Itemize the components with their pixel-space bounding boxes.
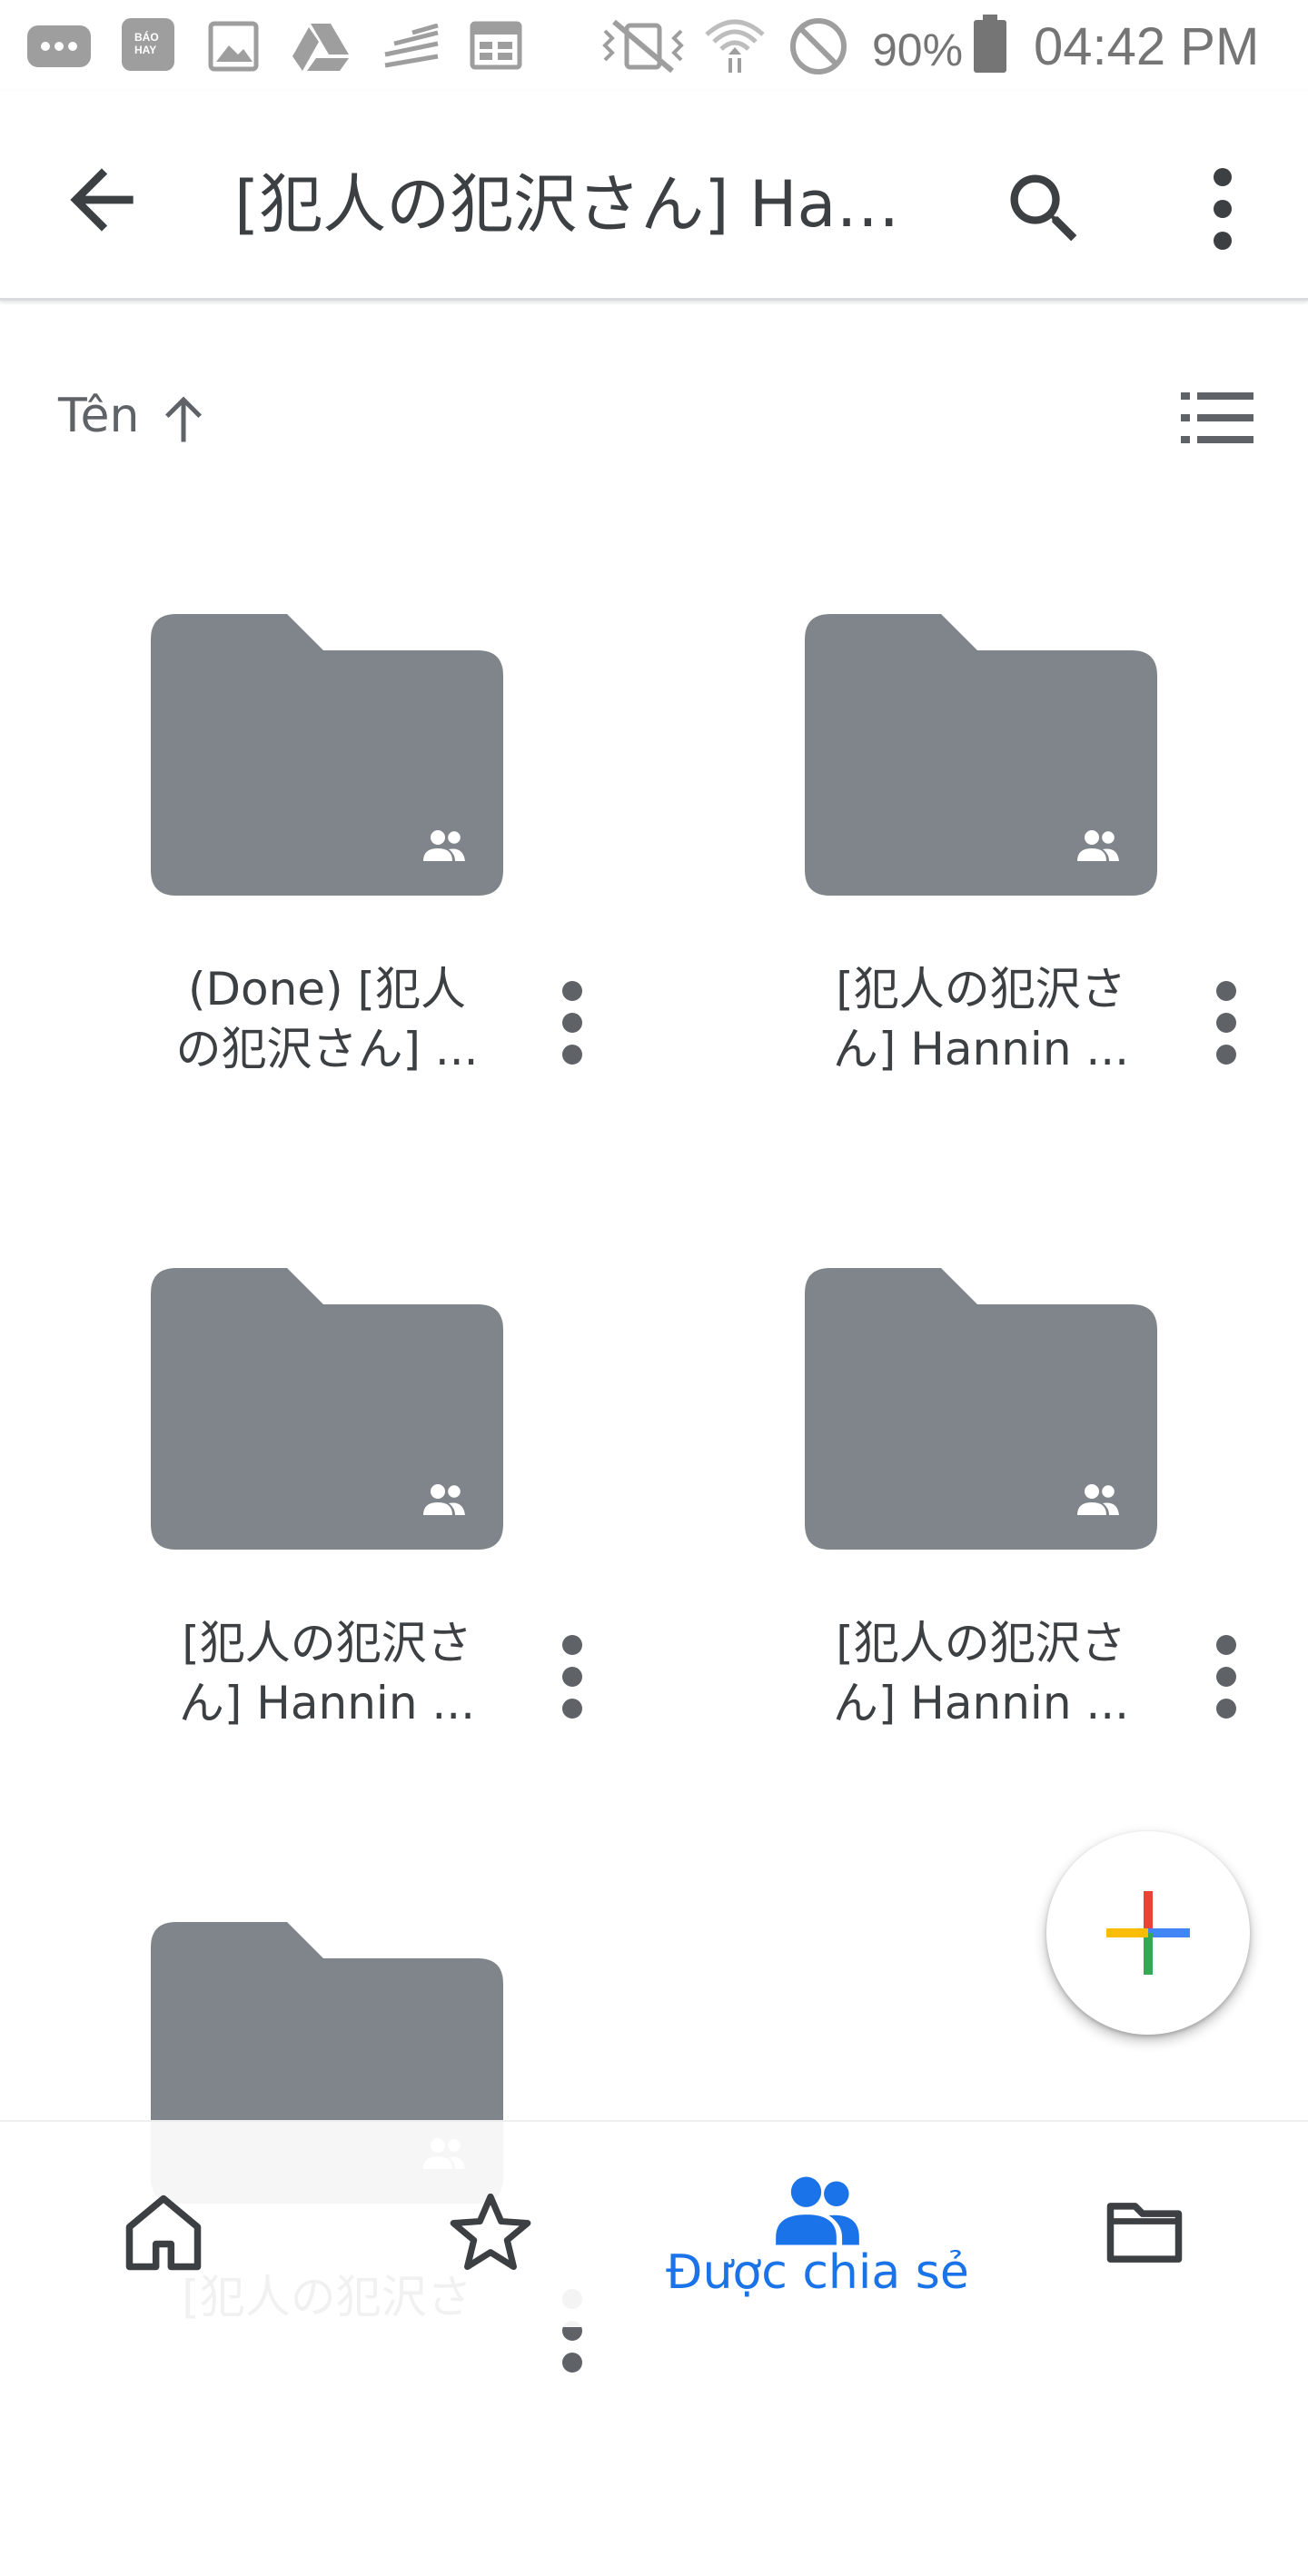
more-options-button[interactable] [1186, 163, 1259, 254]
folder-name-line-2: ん] Hannin ... [832, 1677, 1130, 1729]
more-vert-icon [1216, 981, 1236, 1065]
back-button[interactable] [54, 153, 149, 247]
bao-hay-icon: BÁO HAY [122, 18, 174, 71]
do-not-disturb-icon [790, 18, 847, 74]
nav-starred[interactable] [327, 2122, 654, 2327]
status-time: 04:42 PM [1034, 17, 1260, 76]
sort-by-name-button[interactable]: Tên [58, 389, 139, 443]
plus-icon [1106, 1891, 1190, 1975]
drive-icon [292, 24, 349, 71]
nav-shared[interactable]: Được chia sẻ [654, 2122, 981, 2327]
folder-name-line-1: (Done) [犯人 [188, 963, 466, 1016]
folder-icon [1106, 2203, 1183, 2263]
calendar-icon [470, 21, 522, 70]
battery-icon [974, 15, 1006, 73]
nav-home[interactable] [0, 2122, 327, 2327]
folder-item[interactable]: [犯人の犯沢さ ん] Hannin ... [654, 1268, 1308, 1922]
search-icon [1010, 174, 1077, 242]
arrow-up-icon[interactable] [156, 387, 211, 447]
status-bar: BÁO HAY 90% 04:42 PM [0, 0, 1308, 91]
bottom-navigation: Được chia sẻ [0, 2120, 1308, 2327]
app-bar: [犯人の犯沢さん] Han... [0, 91, 1308, 301]
folder-name-line-1: [犯人の犯沢さ [182, 1617, 472, 1669]
folder-item[interactable]: [犯人の犯沢さ ん] Hannin ... [0, 1268, 654, 1922]
folder-name-line-2: の犯沢さん] ... [175, 1023, 479, 1075]
gallery-icon [208, 21, 259, 72]
folder-more-button[interactable] [1199, 977, 1254, 1068]
folder-icon [151, 1268, 503, 1550]
folder-more-button[interactable] [545, 977, 600, 1068]
battery-percent: 90% [872, 25, 964, 75]
folder-name: (Done) [犯人 の犯沢さん] ... [136, 959, 518, 1079]
folder-item[interactable]: [犯人の犯沢さ ん] Hannin ... [654, 614, 1308, 1268]
folder-name: [犯人の犯沢さ ん] Hannin ... [790, 1613, 1172, 1733]
people-icon [776, 2176, 859, 2245]
home-icon [125, 2195, 202, 2271]
folder-more-button[interactable] [545, 1631, 600, 1722]
folder-item[interactable]: (Done) [犯人 の犯沢さん] ... [0, 614, 654, 1268]
bao-hay-label: BÁO HAY [134, 31, 159, 56]
more-vert-icon [562, 981, 582, 1065]
folder-icon [151, 614, 503, 896]
new-item-fab[interactable] [1046, 1831, 1250, 2035]
arrow-back-icon [70, 168, 134, 232]
page-title: [犯人の犯沢さん] Han... [234, 173, 907, 236]
nav-shared-label: Được chia sẻ [666, 2245, 969, 2300]
folder-name: [犯人の犯沢さ ん] Hannin ... [136, 1613, 518, 1733]
more-vert-icon [1216, 1635, 1236, 1719]
sort-bar: Tên [0, 363, 1308, 472]
list-view-icon[interactable] [1181, 389, 1254, 447]
folder-name-line-1: [犯人の犯沢さ [836, 963, 1126, 1016]
wifi-icon [705, 19, 765, 73]
search-button[interactable] [999, 163, 1090, 254]
nav-files[interactable] [981, 2122, 1308, 2327]
star-icon [450, 2193, 531, 2271]
folder-name-line-1: [犯人の犯沢さ [836, 1617, 1126, 1669]
vibrate-mute-icon [602, 19, 684, 74]
folder-icon [805, 614, 1157, 896]
more-vert-icon [562, 1635, 582, 1719]
folder-name-line-2: ん] Hannin ... [832, 1023, 1130, 1075]
messenger-icon [27, 25, 91, 67]
more-vert-icon [1214, 168, 1232, 250]
folder-icon [805, 1268, 1157, 1550]
folder-name-line-2: ん] Hannin ... [178, 1677, 476, 1729]
signal-bars-icon [384, 24, 439, 68]
folder-name: [犯人の犯沢さ ん] Hannin ... [790, 959, 1172, 1079]
folder-more-button[interactable] [1199, 1631, 1254, 1722]
